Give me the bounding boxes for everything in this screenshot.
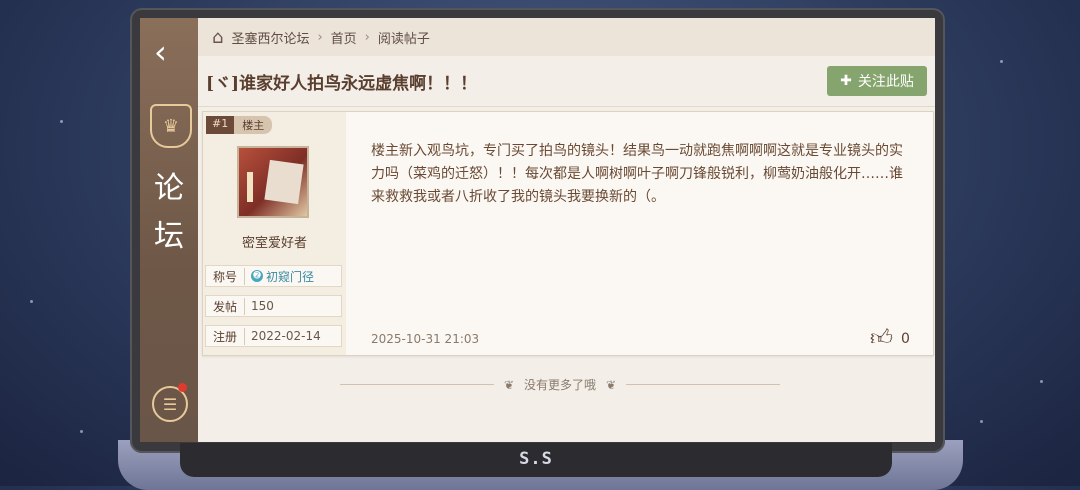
rank-badge-icon: ➋ <box>251 270 263 282</box>
floor-role: 楼主 <box>234 116 273 134</box>
post-card: #1 楼主 密室爱好者 称号 ➋ 初窥门径 发帖 150 注册 2022-02-… <box>202 111 934 356</box>
post-timestamp: 2025-10-31 21:03 <box>371 332 480 346</box>
sidebar: ‹ ♛ 论 坛 ☰ <box>140 18 198 442</box>
stat-value: 2022-02-14 <box>251 329 321 343</box>
breadcrumb: ⌂ 圣塞西尔论坛 › 首页 › 阅读帖子 <box>198 18 935 56</box>
follow-label: 关注此贴 <box>857 74 914 90</box>
stat-value: 初窥门径 <box>266 269 315 284</box>
post-title-bar: [ヾ]谁家好人拍鸟永远虚焦啊！！！ ✚ 关注此贴 <box>198 56 935 107</box>
post-title: [ヾ]谁家好人拍鸟永远虚焦啊！！！ <box>206 73 478 94</box>
laptop-hinge: S.S <box>180 443 892 477</box>
floor-tag: #1 楼主 <box>206 116 273 134</box>
author-name[interactable]: 密室爱好者 <box>203 232 346 251</box>
stat-value: 150 <box>251 299 274 313</box>
plus-icon: ✚ <box>840 73 852 89</box>
no-more-divider: ❦ 没有更多了哦 ❦ <box>340 376 781 393</box>
avatar[interactable] <box>237 146 309 218</box>
back-arrow-icon[interactable]: ‹ <box>154 36 167 68</box>
crown-crest-icon: ♛ <box>150 104 192 148</box>
stat-label: 注册 <box>206 327 245 345</box>
swirl-ornament-icon: ❦ <box>606 377 617 392</box>
stat-joined: 注册 2022-02-14 <box>205 325 342 347</box>
notification-dot <box>178 383 187 392</box>
chevron-right-icon: › <box>364 29 370 45</box>
follow-post-button[interactable]: ✚ 关注此贴 <box>827 66 927 96</box>
home-icon[interactable]: ⌂ <box>212 27 223 48</box>
stat-label: 称号 <box>206 267 245 285</box>
breadcrumb-home[interactable]: 首页 <box>331 28 357 47</box>
sidebar-title-char-1: 论 <box>154 171 184 206</box>
no-more-text: 没有更多了哦 <box>524 378 597 392</box>
like-count: 0 <box>901 331 910 347</box>
breadcrumb-forum[interactable]: 圣塞西尔论坛 <box>231 28 309 47</box>
chevron-right-icon: › <box>317 29 323 45</box>
laptop-brand-logo: S.S <box>519 449 553 469</box>
swirl-ornament-icon: ❦ <box>503 377 514 392</box>
floor-number: #1 <box>206 116 235 134</box>
stat-title: 称号 ➋ 初窥门径 <box>205 265 342 287</box>
breadcrumb-current: 阅读帖子 <box>377 31 430 47</box>
stat-posts: 发帖 150 <box>205 295 342 317</box>
post-body: 楼主新入观鸟坑，专门买了拍鸟的镜头！结果鸟一动就跑焦啊啊啊这就是专业镜头的实力吗… <box>371 143 903 205</box>
stat-label: 发帖 <box>206 297 245 315</box>
forum-screen: ‹ ♛ 论 坛 ☰ ⌂ 圣塞西尔论坛 › 首页 › 阅读帖子 [ヾ]谁家好人拍鸟… <box>140 18 935 442</box>
sidebar-title-char-2: 坛 <box>154 219 184 254</box>
thumbs-up-icon[interactable]: 👍︎ <box>870 324 893 351</box>
author-panel: #1 楼主 密室爱好者 称号 ➋ 初窥门径 发帖 150 注册 2022-02-… <box>203 112 346 355</box>
